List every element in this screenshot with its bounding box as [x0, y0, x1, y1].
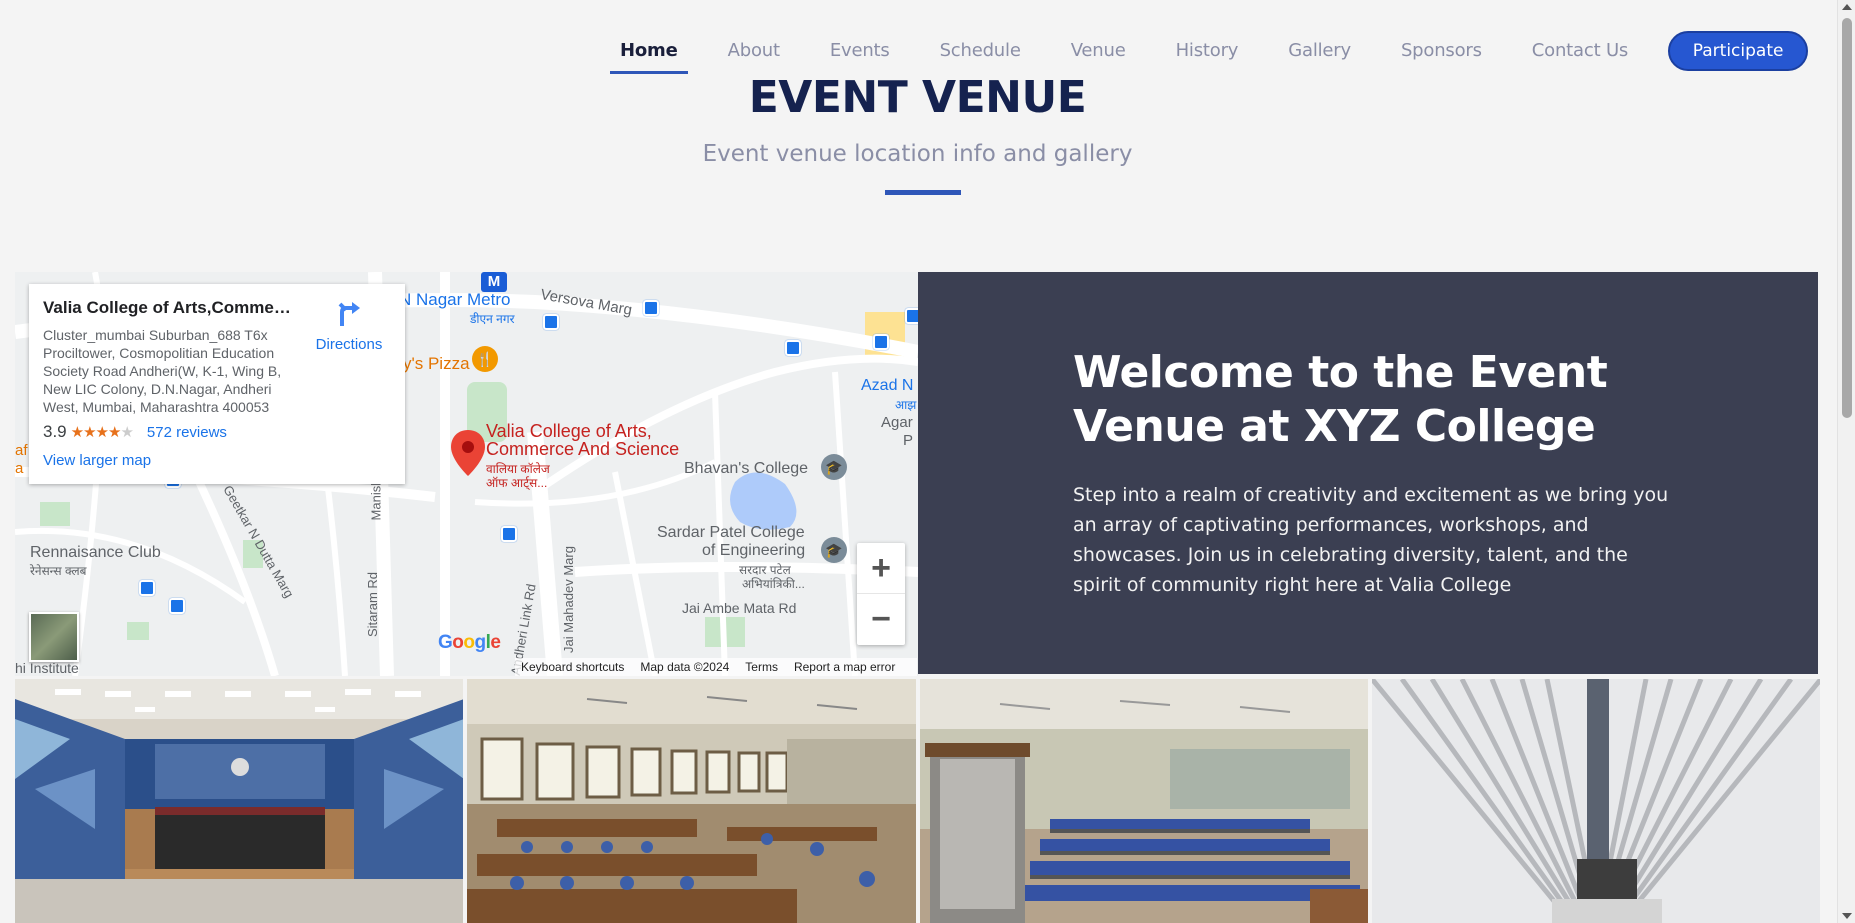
gallery-photo-seminar-room[interactable] [919, 679, 1368, 923]
title-divider [885, 190, 961, 195]
map-label-edge-af: af [15, 442, 28, 459]
nav-history[interactable]: History [1166, 28, 1249, 74]
map-label-place-1: Valia College of Arts, [486, 421, 652, 441]
satellite-layer-toggle[interactable] [29, 612, 79, 662]
map-label-bhavans: Bhavan's College [684, 460, 809, 477]
participate-button[interactable]: Participate [1668, 31, 1809, 71]
map-label-sardar-2: of Engineering [702, 542, 806, 559]
map-label-ambe: Jai Ambe Mata Rd [682, 600, 797, 616]
google-logo: Google [438, 632, 501, 653]
place-rating: 3.9 ★★★★★ 572 reviews [43, 422, 391, 442]
scroll-down-icon[interactable] [1842, 913, 1852, 919]
view-larger-map-link[interactable]: View larger map [43, 452, 391, 469]
terms-link[interactable]: Terms [745, 660, 778, 674]
report-error-link[interactable]: Report a map error [794, 660, 895, 674]
bus-stop-icon [543, 314, 559, 330]
rating-value: 3.9 [43, 422, 67, 441]
map-label-agar-2: P [903, 432, 914, 449]
map-label-sitaram: Sitaram Rd [365, 571, 381, 638]
hall-image [467, 679, 916, 923]
map-label-metro-dev: डीएन नगर [470, 312, 515, 326]
architecture-image [1371, 679, 1820, 923]
map-label-sardar-1: Sardar Patel College [657, 524, 805, 541]
venue-gallery [15, 679, 1820, 923]
nav-home[interactable]: Home [610, 28, 688, 74]
scroll-thumb[interactable] [1842, 18, 1852, 418]
gallery-photo-architecture[interactable] [1371, 679, 1820, 923]
place-name: Valia College of Arts,Commer... [43, 298, 293, 317]
bus-stop-icon [501, 526, 517, 542]
map-embed[interactable]: M N Nagar Metro डीएन नगर Versova Marg y'… [15, 272, 918, 676]
map-label-agar: Agar [881, 414, 913, 431]
seminar-room-image [919, 679, 1368, 923]
page-scrollbar[interactable] [1837, 0, 1855, 923]
zoom-out-button[interactable]: − [857, 594, 905, 645]
nav-contact-us[interactable]: Contact Us [1522, 28, 1638, 74]
welcome-text: Step into a realm of creativity and exci… [1073, 484, 1669, 596]
place-info-card: Valia College of Arts,Commer... Cluster_… [29, 284, 405, 484]
map-label-sardar-dev-2: अभियांत्रिकी... [742, 577, 805, 591]
place-address: Cluster_mumbai Suburban_688 T6x Procilto… [43, 327, 282, 415]
map-label-rennaisance-dev: रेनेसन्स क्लब [30, 564, 87, 578]
directions-button[interactable]: Directions [313, 298, 385, 353]
nav-sponsors[interactable]: Sponsors [1391, 28, 1492, 74]
page-title: EVENT VENUE [748, 72, 1087, 123]
metro-icon: M [481, 272, 507, 292]
nav-about[interactable]: About [718, 28, 790, 74]
nav-gallery[interactable]: Gallery [1278, 28, 1361, 74]
welcome-panel: Welcome to the Event Venue at XYZ Colleg… [918, 272, 1818, 674]
school-icon: 🎓 [821, 454, 847, 480]
reviews-link[interactable]: 572 reviews [147, 424, 227, 441]
map-footer: Keyboard shortcuts Map data ©2024 Terms … [515, 658, 918, 676]
auditorium-image [15, 679, 464, 923]
rating-stars: ★★★★★ [70, 424, 134, 441]
gallery-photo-hall[interactable] [467, 679, 916, 923]
scroll-up-icon[interactable] [1842, 4, 1852, 10]
welcome-heading: Welcome to the Event Venue at XYZ Colleg… [1073, 347, 1608, 452]
map-label-mahadev: Jai Mahadev Marg [560, 546, 576, 653]
map-label-place-dev-2: ऑफ आर्ट्स... [486, 476, 548, 490]
map-label-pizza: y's Pizza [403, 354, 470, 373]
nav-events[interactable]: Events [820, 28, 900, 74]
map-label-institute: hi Institute [15, 660, 79, 676]
gallery-photo-auditorium[interactable] [15, 679, 464, 923]
zoom-in-button[interactable]: + [857, 543, 905, 594]
map-label-edge-a: a [15, 460, 24, 477]
bus-stop-icon [643, 300, 659, 316]
map-label-metro: N Nagar Metro [399, 290, 511, 309]
restaurant-icon: 🍴 [472, 346, 498, 372]
keyboard-shortcuts-link[interactable]: Keyboard shortcuts [521, 660, 624, 674]
bus-stop-icon [873, 334, 889, 350]
map-label-rennaisance: Rennaisance Club [30, 544, 161, 561]
directions-icon [338, 302, 360, 326]
map-label-azad-dev: आझ [895, 398, 917, 412]
bus-stop-icon [169, 598, 185, 614]
bus-stop-icon [905, 308, 918, 324]
zoom-controls: + − [857, 543, 905, 645]
map-label-manish: Manish [368, 478, 384, 521]
main-nav: Home About Events Schedule Venue History… [610, 28, 1809, 74]
directions-label: Directions [315, 336, 383, 353]
bus-stop-icon [139, 580, 155, 596]
map-label-place-2: Commerce And Science [486, 439, 680, 459]
map-label-azad: Azad N [861, 377, 914, 394]
location-pin-icon [451, 430, 485, 476]
nav-schedule[interactable]: Schedule [930, 28, 1031, 74]
map-data-text: Map data ©2024 [640, 660, 730, 674]
nav-venue[interactable]: Venue [1061, 28, 1136, 74]
bus-stop-icon [785, 340, 801, 356]
school-icon: 🎓 [821, 537, 847, 563]
page-subtitle: Event venue location info and gallery [702, 141, 1133, 167]
